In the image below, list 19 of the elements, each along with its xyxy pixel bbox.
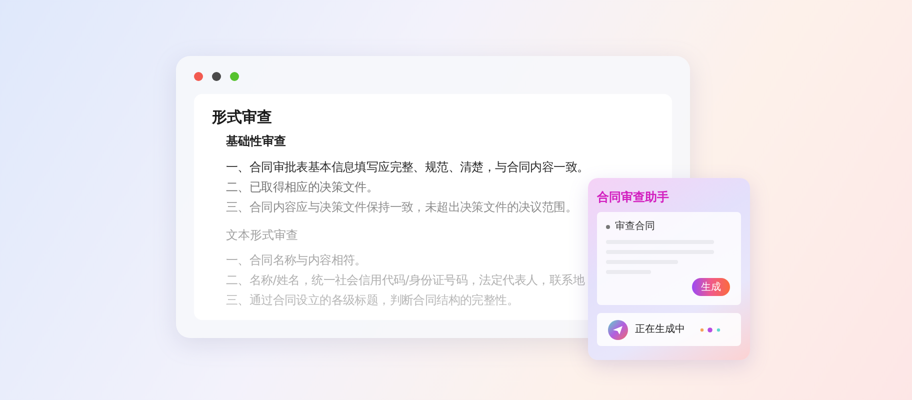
close-button[interactable] (194, 72, 203, 81)
send-icon (608, 320, 628, 340)
document-title: 形式审查 (212, 107, 273, 128)
clause-text: 一、合同审批表基本信息填写应完整、规范、清楚，与合同内容一致。 (226, 159, 589, 176)
clause-text: 三、通过合同设立的各级标题，判断合同结构的完整性。 (226, 292, 519, 309)
clause-text: 二、已取得相应的决策文件。 (226, 179, 378, 196)
loading-dots-icon (700, 326, 722, 332)
clause-text: 三、合同内容应与决策文件保持一致，未超出决策文件的决议范围。 (226, 199, 578, 216)
section-heading: 基础性审查 (226, 133, 286, 150)
task-label: 审查合同 (615, 220, 655, 234)
maximize-button[interactable] (230, 72, 239, 81)
generate-button[interactable]: 生成 (692, 278, 730, 296)
bullet-icon (606, 225, 610, 229)
status-text: 正在生成中 (635, 322, 685, 336)
minimize-button[interactable] (212, 72, 221, 81)
clause-text: 一、合同名称与内容相符。 (226, 252, 366, 269)
section-heading: 文本形式审查 (226, 227, 298, 244)
clause-text: 二、名称/姓名，统一社会信用代码/身份证号码，法定代表人，联系地 (226, 272, 584, 289)
assistant-title: 合同审查助手 (597, 189, 670, 206)
